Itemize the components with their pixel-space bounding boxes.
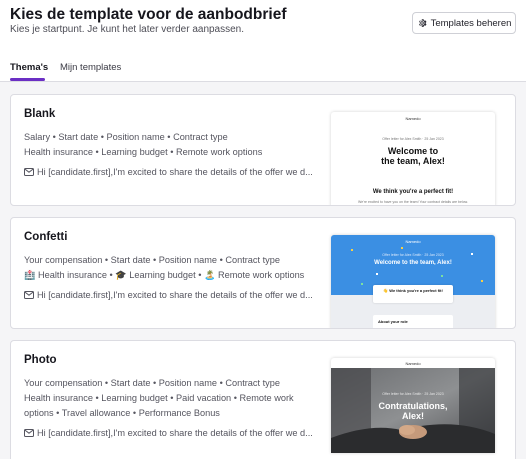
confetti-piece	[376, 273, 378, 275]
mail-icon	[24, 429, 34, 437]
preview-logo: Namedo	[405, 116, 421, 121]
page-header: Kies de template voor de aanbodbrief Kie…	[0, 0, 526, 82]
preview-role-box: About your role	[373, 315, 453, 328]
manage-templates-label: Templates beheren	[430, 17, 512, 29]
preview-meta: Offer letter for Alex Smith · 25 Jan 202…	[382, 137, 444, 141]
preview-logo: Namedo	[405, 239, 421, 244]
preview-logo: Namedo	[405, 361, 421, 366]
template-fields-line: Your compensation • Start date • Positio…	[24, 255, 280, 265]
email-preview-text: Hi [candidate.first],I'm excited to shar…	[37, 167, 313, 177]
tab-bar: Thema's Mijn templates	[0, 57, 526, 82]
tab-my-templates[interactable]: Mijn templates	[60, 62, 121, 73]
page-subtitle: Kies je startpunt. Je kunt het later ver…	[10, 24, 245, 35]
preview-fit-box: 👋 We think you're a perfect fit!	[373, 285, 453, 303]
mail-icon	[24, 168, 34, 176]
preview-heading: the team, Alex!	[381, 156, 445, 166]
manage-templates-button[interactable]: Templates beheren	[412, 12, 516, 34]
active-tab-indicator	[10, 78, 45, 81]
tab-themes[interactable]: Thema's	[10, 62, 48, 73]
preview-subheading: We think you're a perfect fit!	[372, 189, 454, 195]
template-fields-line: 🏥 Health insurance • 🎓 Learning budget •…	[24, 270, 305, 280]
template-title: Confetti	[24, 231, 68, 243]
preview-heading: Alex!	[401, 411, 424, 421]
template-fields-line: Your compensation • Start date • Positio…	[24, 378, 280, 388]
template-preview-confetti: Namedo Offer letter for Alex Smith · 25 …	[331, 235, 495, 328]
template-email-preview: Hi [candidate.first],I'm excited to shar…	[24, 290, 314, 300]
template-fields-line: Health insurance • Learning budget • Pai…	[24, 393, 294, 403]
template-preview-photo: Namedo Offer letter for Alex Smith · 25 …	[331, 358, 495, 453]
confetti-piece	[401, 247, 403, 249]
template-card-photo[interactable]: Photo Your compensation • Start date • P…	[10, 340, 516, 459]
confetti-piece	[361, 283, 363, 285]
template-fields-line: Health insurance • Learning budget • Rem…	[24, 147, 263, 157]
template-email-preview: Hi [candidate.first],I'm excited to shar…	[24, 167, 314, 177]
email-preview-text: Hi [candidate.first],I'm excited to shar…	[37, 290, 313, 300]
preview-subheading: 👋 We think you're a perfect fit!	[383, 288, 443, 293]
template-title: Blank	[24, 108, 56, 120]
page-title: Kies de template voor de aanbodbrief	[10, 6, 287, 23]
gear-icon	[418, 19, 427, 27]
confetti-piece	[351, 249, 353, 251]
template-card-confetti[interactable]: Confetti Your compensation • Start date …	[10, 217, 516, 329]
preview-meta: Offer letter for Alex Smith · 25 Jan 202…	[382, 392, 444, 396]
preview-heading: Contratulations,	[378, 401, 448, 411]
template-fields-line: Salary • Start date • Position name • Co…	[24, 132, 228, 142]
template-email-preview: Hi [candidate.first],I'm excited to shar…	[24, 428, 314, 438]
preview-heading: Welcome to the team, Alex!	[374, 260, 452, 266]
template-picker-page: Kies de template voor de aanbodbrief Kie…	[0, 0, 526, 459]
preview-heading: Welcome to	[387, 146, 439, 156]
template-preview-blank: Namedo Offer letter for Alex Smith · 25 …	[331, 112, 495, 205]
template-title: Photo	[24, 354, 57, 366]
preview-section: About your role	[378, 319, 408, 324]
template-fields-line: options • Travel allowance • Performance…	[24, 408, 220, 418]
preview-body: We're excited to have you on the team! Y…	[358, 200, 468, 204]
email-preview-text: Hi [candidate.first],I'm excited to shar…	[37, 428, 313, 438]
template-card-blank[interactable]: Blank Salary • Start date • Position nam…	[10, 94, 516, 206]
preview-meta: Offer letter for Alex Smith · 25 Jan 202…	[382, 253, 444, 257]
confetti-piece	[441, 275, 443, 277]
confetti-piece	[481, 280, 483, 282]
mail-icon	[24, 291, 34, 299]
